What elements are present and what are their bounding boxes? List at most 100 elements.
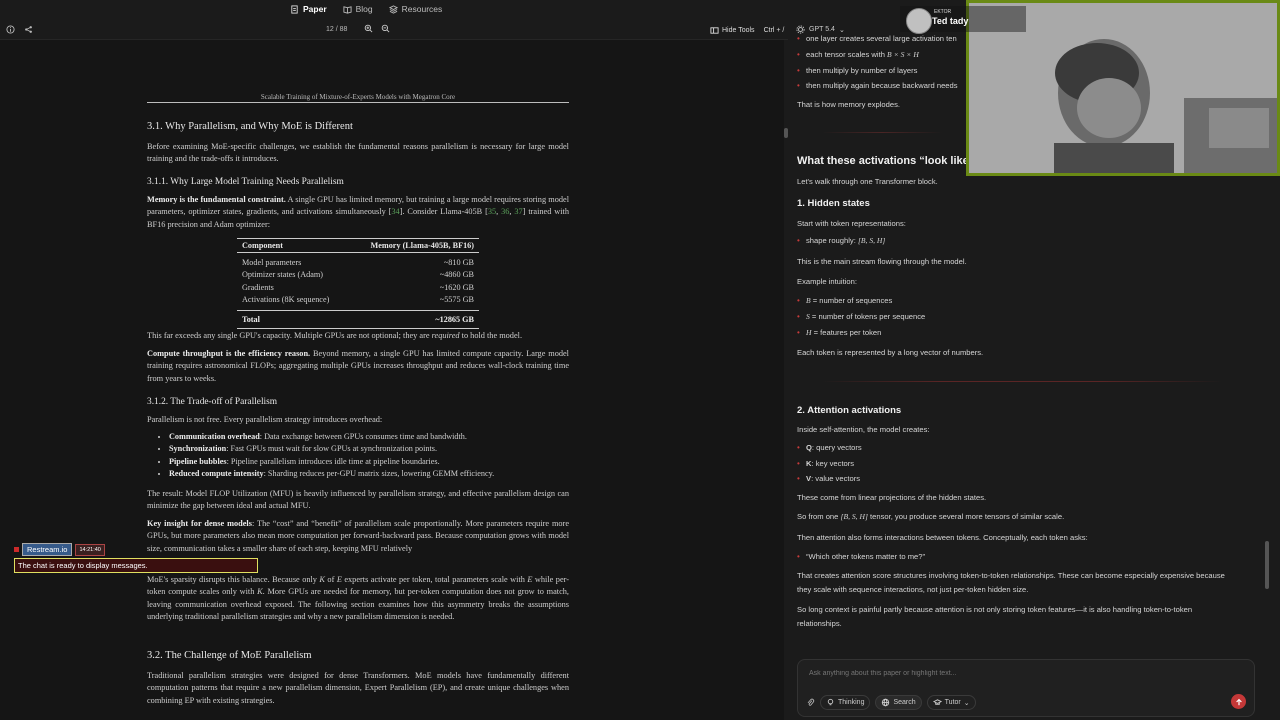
tab-paper[interactable]: Paper [290, 4, 327, 14]
hide-tools-button[interactable]: Hide Tools Ctrl + / [710, 26, 784, 35]
table-cell: Model parameters [242, 258, 302, 267]
subsection-title-3-1-1: 3.1.1. Why Large Model Training Needs Pa… [147, 177, 344, 187]
memory-text-b: ]. Consider Llama-405B [ [399, 207, 488, 217]
zoom-out-icon[interactable] [381, 24, 390, 33]
list-item-text: = number of tokens per sequence [809, 312, 926, 321]
exceeds-text-a: This far exceeds any single GPU's capaci… [147, 331, 432, 340]
chat-heading: What these activations “look like [797, 155, 969, 167]
search-button[interactable]: Search [875, 695, 922, 710]
table-cell: ~4860 GB [439, 270, 474, 280]
chat-text: That is how memory explodes. [797, 100, 900, 109]
page-indicator[interactable]: 12 / 88 [326, 26, 347, 33]
divider [822, 381, 1222, 382]
chevron-down-icon: ⌄ [838, 26, 845, 34]
list-item-lead: Pipeline bubbles [169, 456, 227, 466]
info-icon[interactable] [6, 25, 15, 34]
citation-link[interactable]: 34 [391, 207, 399, 216]
citation-link[interactable]: 36 [501, 207, 509, 216]
list-item-text: : key vectors [811, 459, 855, 468]
paragraph-moe-challenge: Traditional parallelism strategies were … [147, 671, 569, 705]
arrow-up-icon [1235, 698, 1242, 705]
memory-table: Component Memory (Llama-405B, BF16) Mode… [237, 238, 479, 330]
insight-lead: Key insight for dense models [147, 519, 252, 528]
streamer-label: EKTOR [934, 9, 952, 15]
list-item-lead: Reduced compute intensity [169, 469, 264, 479]
chat-text: they scale with sequence interactions, n… [797, 585, 1029, 594]
table-cell: ~5575 GB [439, 295, 474, 305]
list-item: shape roughly: [B, S, H] [797, 236, 885, 245]
list-item-text: : value vectors [811, 474, 861, 483]
tab-blog-label: Blog [355, 4, 373, 14]
list-item-text: : Pipeline parallelism introduces idle t… [226, 456, 440, 466]
chat-input[interactable] [807, 669, 1231, 678]
table-cell: ~1620 GB [439, 282, 474, 292]
top-nav: Paper Blog Resources [290, 4, 442, 14]
pdf-viewer[interactable]: Scalable Training of Mixture-of-Experts … [0, 40, 784, 720]
chat-scrollbar-thumb[interactable] [1265, 541, 1269, 589]
math-expression: [B, S, H] [840, 512, 868, 521]
book-icon [343, 5, 352, 14]
list-item-text: = features per token [811, 328, 882, 337]
list-item: V: value vectors [797, 474, 860, 483]
chat-text: So from one [B, S, H] tensor, you produc… [797, 512, 1064, 521]
table-total-row: Total ~12865 GB [237, 309, 479, 330]
top-bar: Paper Blog Resources [0, 0, 788, 22]
list-item: “Which other tokens matter to me?” [797, 552, 925, 561]
restream-chat-message: The chat is ready to display messages. [14, 558, 258, 573]
section-title-3-1: 3.1. Why Parallelism, and Why MoE is Dif… [147, 121, 353, 132]
overhead-list: Communication overhead: Data exchange be… [159, 431, 579, 481]
list-item-text: : query vectors [811, 443, 862, 452]
list-item-text: = number of sequences [810, 296, 893, 305]
exceeds-emphasis: required [431, 331, 460, 340]
list-item: Reduced compute intensity: Sharding redu… [169, 468, 579, 480]
zoom-in-icon[interactable] [364, 24, 373, 33]
avatar [906, 8, 932, 34]
chat-text: Start with token representations: [797, 219, 906, 228]
table-cell: Total [237, 309, 349, 330]
paperclip-icon[interactable] [806, 698, 815, 707]
citation-link[interactable]: 37 [514, 207, 522, 216]
paragraph-moe: MoE's sparsity disrupts this balance. Be… [147, 574, 569, 623]
chat-text: Then attention also forms interactions b… [797, 533, 1088, 542]
restream-name: Restream.io [22, 543, 73, 556]
search-label: Search [893, 699, 916, 706]
table-header: Component [237, 238, 349, 253]
list-item: K: key vectors [797, 459, 854, 468]
paragraph-tradeoff: Parallelism is not free. Every paralleli… [147, 415, 383, 424]
model-selector[interactable]: GPT 5.4 ⌄ [796, 25, 845, 34]
list-item-text: shape roughly: [806, 236, 858, 245]
chat-text: That creates attention score structures … [797, 571, 1225, 580]
tab-resources[interactable]: Resources [388, 4, 443, 14]
list-item: Communication overhead: Data exchange be… [169, 431, 579, 443]
paragraph-exceeds: This far exceeds any single GPU's capaci… [147, 330, 569, 342]
tab-paper-label: Paper [303, 4, 327, 14]
model-name: GPT 5.4 [809, 26, 835, 33]
list-item: Q: query vectors [797, 443, 862, 452]
chat-text: relationships. [797, 619, 842, 628]
layers-icon [388, 4, 398, 14]
chevron-down-icon: ⌄ [963, 699, 970, 707]
globe-icon [882, 698, 890, 707]
share-icon[interactable] [24, 25, 33, 34]
tab-resources-label: Resources [401, 4, 443, 14]
send-button[interactable] [1231, 694, 1246, 709]
paragraph-result: The result: Model FLOP Utilization (MFU)… [147, 489, 569, 511]
exceeds-text-b: to hold the model. [459, 331, 523, 340]
tab-blog[interactable]: Blog [343, 4, 373, 14]
table-row: Activations (8K sequence) ~5575 GB [237, 294, 479, 310]
restream-overlay: Restream.io 14:21:40 The chat is ready t… [14, 543, 258, 573]
list-item: then multiply again because backward nee… [797, 81, 958, 90]
citation-link[interactable]: 35 [488, 207, 496, 216]
tutor-button[interactable]: Tutor ⌄ [926, 695, 976, 710]
thinking-button[interactable]: Thinking [820, 695, 871, 710]
table-row: Gradients ~1620 GB [237, 282, 479, 294]
thinking-label: Thinking [838, 699, 865, 706]
chat-text: Each token is represented by a long vect… [797, 348, 984, 357]
list-item: one layer creates several large activati… [797, 34, 957, 43]
table-cell: Gradients [242, 282, 274, 292]
chat-heading: 1. Hidden states [797, 198, 870, 209]
list-item: Synchronization: Fast GPUs must wait for… [169, 443, 579, 455]
tutor-label: Tutor [944, 699, 961, 706]
chat-input-box: Thinking Search Tutor ⌄ [797, 659, 1255, 717]
hide-tools-shortcut: Ctrl + / [763, 27, 785, 34]
